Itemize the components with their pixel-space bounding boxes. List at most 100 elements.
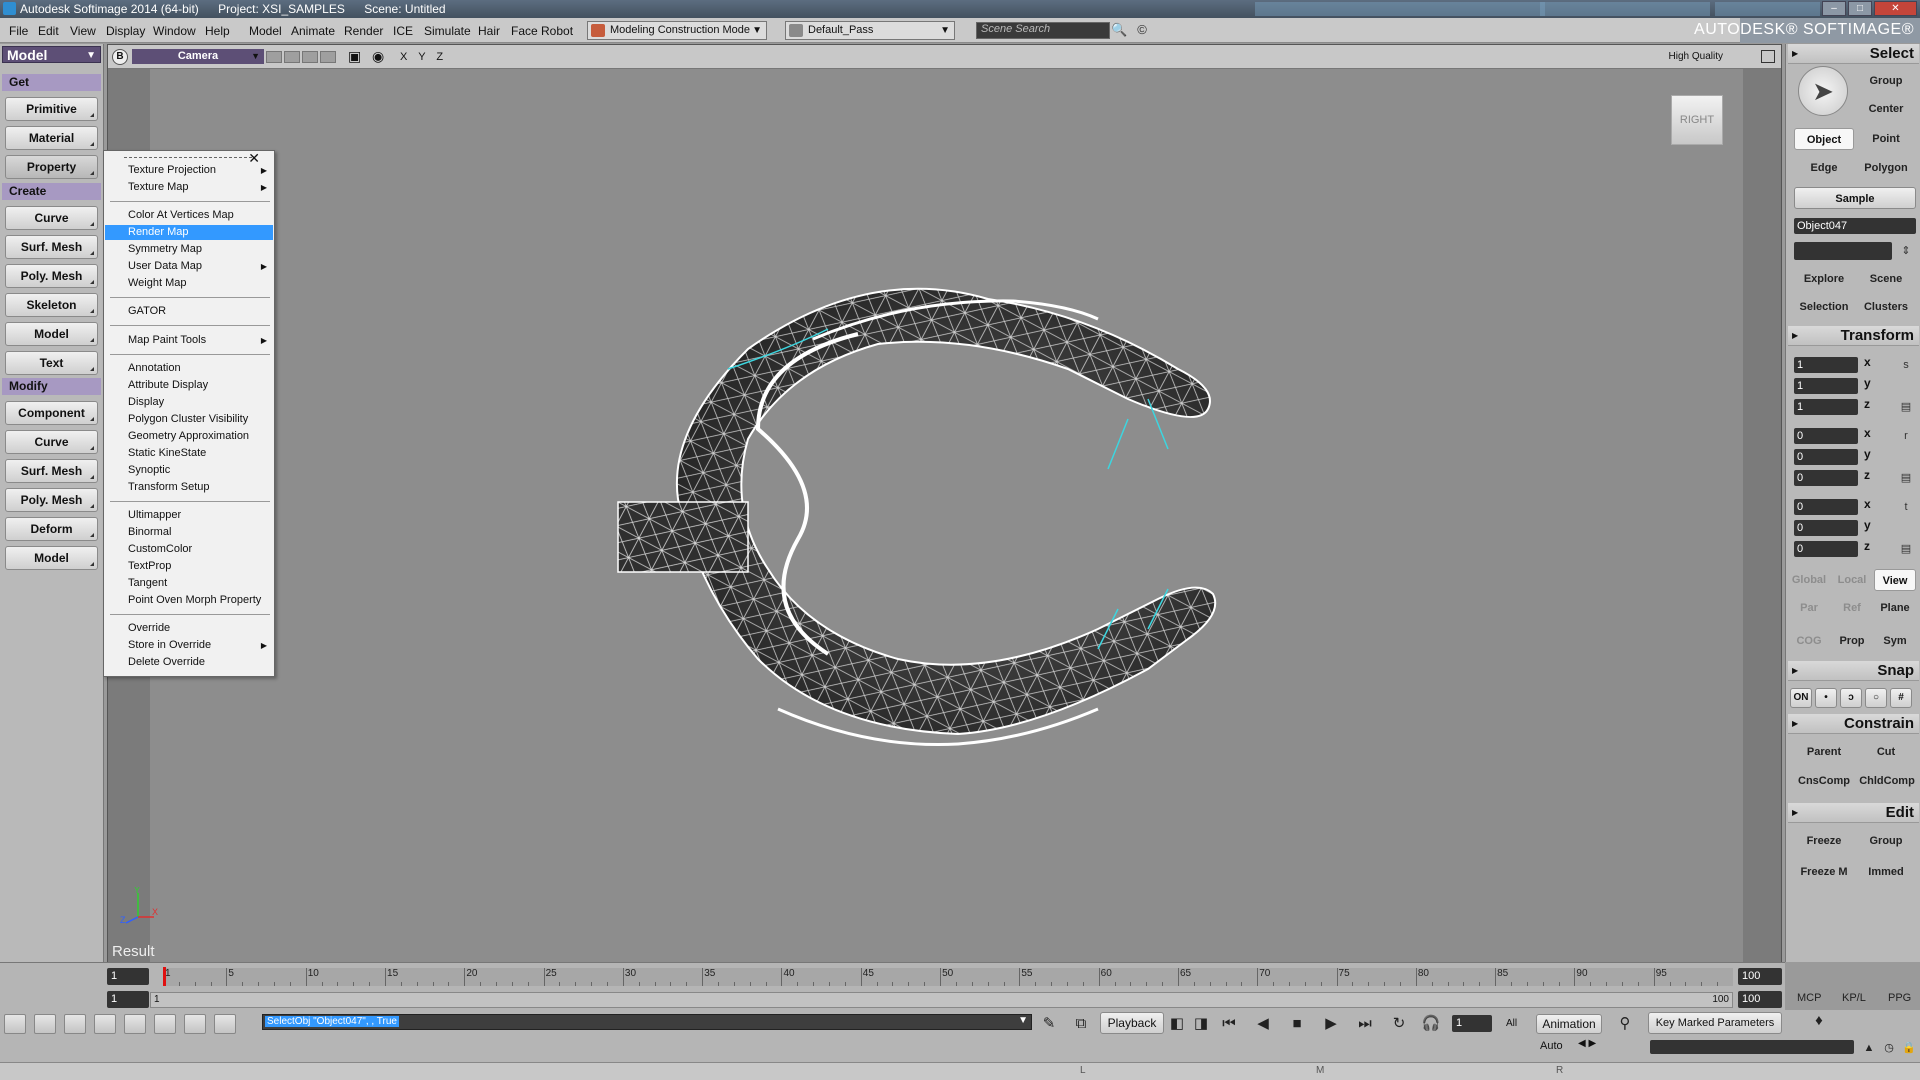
select-group-button[interactable]: Group <box>1856 70 1916 92</box>
playback-frame-field[interactable]: 1 <box>1452 1015 1492 1032</box>
modify-curve-button[interactable]: Curve <box>5 430 98 454</box>
translation-z-field[interactable]: 0 <box>1794 541 1858 557</box>
scale-z-field[interactable]: 1 <box>1794 399 1858 415</box>
freeze-m-button[interactable]: Freeze M <box>1794 861 1854 883</box>
snap-points-icon[interactable]: • <box>1815 688 1837 708</box>
modify-deform-button[interactable]: Deform <box>5 517 98 541</box>
key-marker-icon[interactable]: ♦ <box>1808 1011 1830 1031</box>
scale-tool-icon[interactable]: s <box>1898 357 1914 373</box>
clock-icon[interactable]: ◷ <box>1878 1038 1900 1058</box>
menu-view[interactable]: View <box>70 24 96 38</box>
key-icon[interactable]: ⚲ <box>1614 1014 1636 1034</box>
menu-file[interactable]: File <box>9 24 28 38</box>
menu-window[interactable]: Window <box>153 24 196 38</box>
menu-item-gator[interactable]: GATOR <box>105 304 273 319</box>
rotation-x-field[interactable]: 0 <box>1794 428 1858 444</box>
ref-ref-button[interactable]: Ref <box>1831 597 1873 619</box>
cog-button[interactable]: COG <box>1788 630 1830 652</box>
all-toggle[interactable]: All <box>1506 1018 1517 1029</box>
sym-button[interactable]: Sym <box>1874 630 1916 652</box>
search-icon[interactable]: 🔍 <box>1111 22 1127 38</box>
start-frame-field[interactable]: 1 <box>107 991 149 1008</box>
material-button[interactable]: Material <box>5 126 98 150</box>
viewport-canvas[interactable]: RIGHT Y X Z Result <box>108 69 1781 962</box>
layout-grid-icon[interactable] <box>124 1014 146 1034</box>
translate-tool-icon[interactable]: t <box>1898 499 1914 515</box>
menu-ice[interactable]: ICE <box>393 24 413 38</box>
menu-item-texture-projection[interactable]: Texture Projection ▶ <box>105 163 273 178</box>
create-text-button[interactable]: Text <box>5 351 98 375</box>
next-key-icon[interactable]: ◨ <box>1190 1014 1212 1034</box>
current-frame-field[interactable]: 1 <box>107 968 149 985</box>
modify-component-button[interactable]: Component <box>5 401 98 425</box>
menu-animate[interactable]: Animate <box>291 24 335 38</box>
menu-item-user-data-map[interactable]: User Data Map ▶ <box>105 259 273 274</box>
menu-item-symmetry-map[interactable]: Symmetry Map <box>105 242 273 257</box>
edit-header[interactable]: Edit <box>1788 803 1919 823</box>
primitive-button[interactable]: Primitive <box>5 97 98 121</box>
up-icon[interactable]: ▲ <box>1858 1038 1880 1058</box>
camera-dropdown[interactable]: Camera ▼ <box>132 49 264 64</box>
viewport-slot[interactable] <box>302 51 318 63</box>
prev-keyframe-icon[interactable]: ◀ ▶ <box>1578 1038 1596 1049</box>
freeze-button[interactable]: Freeze <box>1794 830 1854 852</box>
create-poly-mesh-button[interactable]: Poly. Mesh <box>5 264 98 288</box>
clear-search-icon[interactable]: © <box>1134 22 1150 38</box>
menu-hair[interactable]: Hair <box>478 24 500 38</box>
eye-icon[interactable]: ◉ <box>372 48 384 65</box>
play-backward-icon[interactable]: ◀ <box>1252 1014 1274 1034</box>
loop-icon[interactable]: ↻ <box>1388 1014 1410 1034</box>
ref-local-button[interactable]: Local <box>1831 569 1873 591</box>
select-center-button[interactable]: Center <box>1856 98 1916 120</box>
ref-view-button[interactable]: View <box>1874 569 1916 591</box>
menu-item-ultimapper[interactable]: Ultimapper <box>105 508 273 523</box>
selection-button[interactable]: Selection <box>1794 296 1854 318</box>
viewport-menu-badge[interactable]: B <box>112 49 128 65</box>
rotate-options-icon[interactable]: ▤ <box>1898 470 1914 486</box>
play-forward-icon[interactable]: ▶ <box>1320 1014 1342 1034</box>
prev-key-icon[interactable]: ◧ <box>1166 1014 1188 1034</box>
display-quality[interactable]: High Quality <box>1669 51 1723 62</box>
tear-off-line[interactable] <box>124 157 252 158</box>
snap-curves-icon[interactable]: ↄ <box>1840 688 1862 708</box>
snap-surface-icon[interactable]: ○ <box>1865 688 1887 708</box>
script-editor-icon[interactable]: ✎ <box>1038 1014 1060 1034</box>
first-frame-icon[interactable]: ⏮ <box>1218 1014 1240 1034</box>
create-surf-mesh-button[interactable]: Surf. Mesh <box>5 235 98 259</box>
translation-x-field[interactable]: 0 <box>1794 499 1858 515</box>
cut-button[interactable]: Cut <box>1856 741 1916 763</box>
layout-icon[interactable] <box>34 1014 56 1034</box>
viewport-slot[interactable] <box>320 51 336 63</box>
menu-item-polygon-cluster-visibility[interactable]: Polygon Cluster Visibility <box>105 412 273 427</box>
minimize-button[interactable]: – <box>1822 1 1846 16</box>
select-polygon-button[interactable]: Polygon <box>1856 157 1916 179</box>
wireframe-horseshoe-object[interactable] <box>108 69 1783 962</box>
close-window-button[interactable]: ✕ <box>1874 1 1917 16</box>
translate-options-icon[interactable]: ▤ <box>1898 541 1914 557</box>
select-point-button[interactable]: Point <box>1856 128 1916 150</box>
audio-icon[interactable]: 🎧 <box>1420 1014 1442 1034</box>
rotation-z-field[interactable]: 0 <box>1794 470 1858 486</box>
scale-options-icon[interactable]: ▤ <box>1898 399 1914 415</box>
playback-menu-button[interactable]: Playback <box>1100 1012 1164 1034</box>
xyz-toggles[interactable]: X Y Z <box>400 51 447 63</box>
menu-item-map-paint-tools[interactable]: Map Paint Tools ▶ <box>105 333 273 348</box>
menu-item-display[interactable]: Display <box>105 395 273 410</box>
constrain-header[interactable]: Constrain <box>1788 714 1919 734</box>
viewport-slot[interactable] <box>284 51 300 63</box>
edit-group-button[interactable]: Group <box>1856 830 1916 852</box>
timeline-range-bar[interactable]: 1 100 <box>150 992 1733 1008</box>
select-header[interactable]: Select <box>1788 44 1919 64</box>
animation-menu-button[interactable]: Animation <box>1536 1014 1602 1034</box>
key-slider-field[interactable] <box>1650 1040 1854 1054</box>
menu-render[interactable]: Render <box>344 24 383 38</box>
menu-item-transform-setup[interactable]: Transform Setup <box>105 480 273 495</box>
create-curve-button[interactable]: Curve <box>5 206 98 230</box>
select-sample-button[interactable]: Sample <box>1794 187 1916 209</box>
menu-display[interactable]: Display <box>106 24 145 38</box>
layout-grid-icon[interactable] <box>154 1014 176 1034</box>
select-edge-button[interactable]: Edge <box>1794 157 1854 179</box>
menu-simulate[interactable]: Simulate <box>424 24 471 38</box>
tab-kpl[interactable]: KP/L <box>1842 992 1866 1004</box>
layout-icon[interactable] <box>64 1014 86 1034</box>
